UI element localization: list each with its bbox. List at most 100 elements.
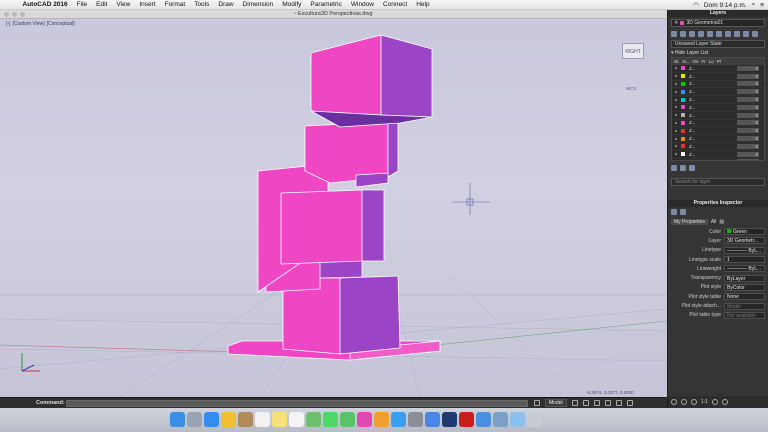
viewcube-face[interactable]: RIGHT: [622, 43, 644, 59]
messages-icon[interactable]: [323, 412, 338, 427]
layer-color-swatch[interactable]: [681, 144, 685, 149]
visual-style-menu[interactable]: [Conceptual]: [47, 21, 75, 27]
menu-file[interactable]: File: [72, 1, 91, 8]
layer-color-swatch[interactable]: [681, 152, 685, 157]
maps-icon[interactable]: [306, 412, 321, 427]
chrome-icon[interactable]: [425, 412, 440, 427]
properties-menu-icon[interactable]: ▤: [719, 219, 724, 225]
contacts-icon[interactable]: [238, 412, 253, 427]
all-properties-tab[interactable]: All: [711, 219, 717, 225]
otrack-toggle-icon[interactable]: [626, 400, 633, 406]
col-name[interactable]: N...: [683, 59, 690, 64]
property-value[interactable]: Model: [724, 302, 765, 310]
view-menu[interactable]: [Custom View]: [12, 21, 44, 27]
zoom-icon[interactable]: [691, 399, 697, 405]
layer-row[interactable]: Z... 0: [672, 151, 764, 159]
layer-match-icon[interactable]: [725, 31, 731, 37]
layer-color-swatch[interactable]: [681, 128, 685, 133]
wifi-icon[interactable]: ◠: [693, 1, 699, 9]
layer-lock-icon[interactable]: [716, 31, 722, 37]
folder-icon[interactable]: [510, 412, 525, 427]
property-value[interactable]: Not available: [724, 311, 765, 319]
menu-edit[interactable]: Edit: [92, 1, 112, 8]
layer-row[interactable]: Z... 0: [672, 88, 764, 97]
preview-icon[interactable]: [493, 412, 508, 427]
layer-row[interactable]: Z... 0: [672, 96, 764, 104]
layer-color-swatch[interactable]: [681, 120, 685, 125]
workspace-icon[interactable]: [721, 399, 728, 405]
search-icon[interactable]: ⌕: [752, 1, 756, 9]
notes-icon[interactable]: [272, 412, 287, 427]
select-objects-icon[interactable]: [671, 209, 677, 215]
launchpad-icon[interactable]: [187, 412, 202, 427]
layer-row[interactable]: Z... 0: [672, 135, 764, 143]
layer-color-swatch[interactable]: [681, 97, 685, 102]
menu-modify[interactable]: Modify: [278, 1, 306, 8]
autocad-icon[interactable]: [459, 412, 474, 427]
model-space-icon[interactable]: [534, 400, 540, 406]
menu-window[interactable]: Window: [346, 1, 378, 8]
wcs-menu[interactable]: WCS: [626, 86, 637, 91]
menu-tools[interactable]: Tools: [190, 1, 214, 8]
property-value[interactable]: ByLayer: [724, 274, 765, 282]
layer-previous-icon[interactable]: [734, 31, 740, 37]
property-value[interactable]: 3D Geometr...: [724, 237, 765, 245]
layer-color-swatch[interactable]: [681, 89, 685, 94]
model-space-canvas[interactable]: [0, 19, 667, 397]
property-value[interactable]: None: [724, 293, 765, 301]
col-freeze[interactable]: Fr: [702, 59, 706, 64]
layer-row[interactable]: Z... 0: [672, 65, 764, 73]
grid-toggle-icon[interactable]: [571, 400, 578, 406]
col-lock[interactable]: Lo: [709, 59, 714, 64]
menu-app-name[interactable]: AutoCAD 2016: [18, 1, 72, 8]
new-layer-icon[interactable]: [671, 165, 677, 171]
property-value[interactable]: ———— ByL...: [724, 265, 765, 273]
layer-color-swatch[interactable]: [681, 74, 685, 79]
menu-draw[interactable]: Draw: [214, 1, 238, 8]
layer-row[interactable]: Z... 0: [672, 73, 764, 81]
layer-color-swatch[interactable]: [681, 66, 685, 71]
sculpture-3d-model[interactable]: [227, 34, 441, 361]
photos-icon[interactable]: [221, 412, 236, 427]
calendar-icon[interactable]: [255, 412, 270, 427]
layer-row[interactable]: Z... 0: [672, 120, 764, 128]
layer-walk-icon[interactable]: [743, 31, 749, 37]
col-status[interactable]: St.: [674, 59, 680, 64]
reminders-icon[interactable]: [289, 412, 304, 427]
scale-label[interactable]: 1:1: [701, 399, 708, 405]
polar-toggle-icon[interactable]: [604, 400, 611, 406]
layer-isolate-icon[interactable]: [680, 31, 686, 37]
layer-list[interactable]: St. N... On Fr Lo Pl Z... 0 Z... 0 Z... 0 Z...…: [671, 57, 765, 161]
pan-icon[interactable]: [671, 399, 677, 405]
menu-parametric[interactable]: Parametric: [306, 1, 346, 8]
layer-settings-icon[interactable]: [689, 165, 695, 171]
preferences-icon[interactable]: [408, 412, 423, 427]
command-input[interactable]: [66, 399, 528, 407]
ortho-toggle-icon[interactable]: [593, 400, 600, 406]
viewcube[interactable]: RIGHT WCS: [620, 41, 650, 91]
property-value[interactable]: ———— ByL...: [724, 246, 765, 254]
layer-color-swatch[interactable]: [681, 136, 685, 141]
layer-color-swatch[interactable]: [681, 105, 685, 110]
layer-row[interactable]: Z... 0: [672, 127, 764, 136]
property-value[interactable]: Green: [724, 228, 765, 236]
delete-layer-icon[interactable]: [680, 165, 686, 171]
box-4-front[interactable]: [280, 189, 363, 265]
col-on[interactable]: On: [693, 59, 699, 64]
menu-insert[interactable]: Insert: [135, 1, 160, 8]
layer-state-dropdown[interactable]: Unsaved Layer State: [671, 40, 765, 48]
layer-row[interactable]: Z... 0: [672, 81, 764, 89]
model-tab[interactable]: Model: [545, 399, 567, 407]
safari-icon[interactable]: [204, 412, 219, 427]
menu-format[interactable]: Format: [160, 1, 190, 8]
facetime-icon[interactable]: [340, 412, 355, 427]
ibooks-icon[interactable]: [374, 412, 389, 427]
layer-color-swatch[interactable]: [681, 81, 685, 86]
viewport-menu[interactable]: [-]: [6, 21, 10, 27]
snap-toggle-icon[interactable]: [582, 400, 589, 406]
trash-icon[interactable]: [527, 412, 542, 427]
layer-freeze-icon[interactable]: [698, 31, 704, 37]
menu-help[interactable]: Help: [412, 1, 434, 8]
finder-icon[interactable]: [170, 412, 185, 427]
layer-off-icon[interactable]: [707, 31, 713, 37]
